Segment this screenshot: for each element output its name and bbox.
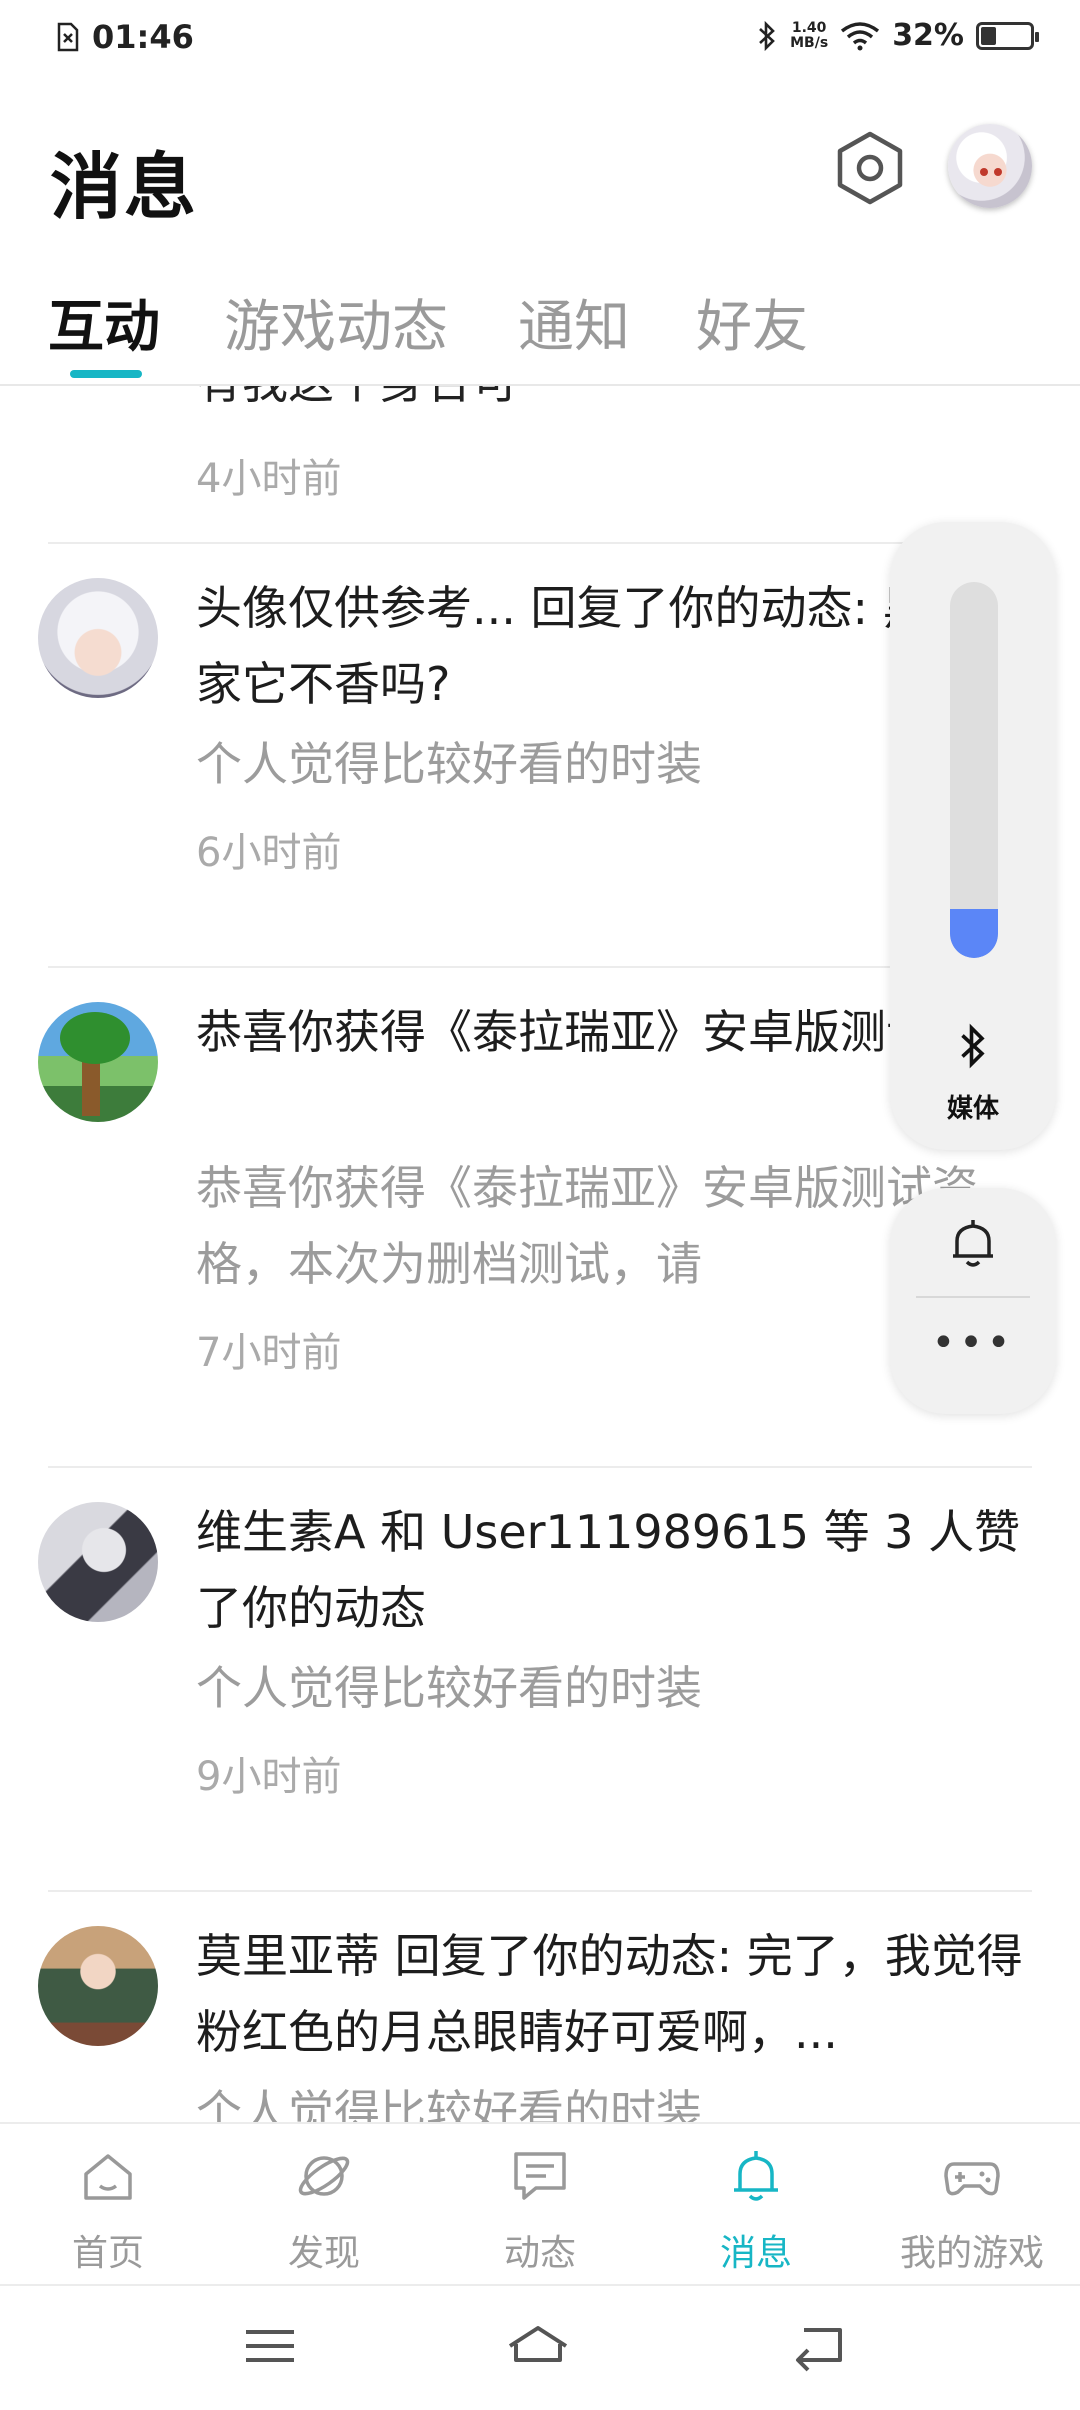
settings-icon[interactable]: [832, 130, 908, 206]
battery-percent: 32%: [892, 18, 964, 53]
message-subtitle: 个人觉得比较好看的时装: [196, 1661, 702, 1715]
nav-label: 动态: [503, 2233, 576, 2274]
volume-media-label: 媒体: [946, 1094, 999, 1124]
message-time: 7小时前: [196, 1330, 342, 1376]
bottom-nav: 首页 发现 动态 消息 我的游戏: [0, 2122, 1080, 2284]
nav-discover[interactable]: 发现: [216, 2124, 432, 2284]
nav-label: 消息: [719, 2233, 792, 2274]
tab-game-updates[interactable]: 游戏动态: [224, 282, 448, 363]
gamepad-icon: [944, 2162, 1000, 2196]
tab-friends[interactable]: 好友: [696, 282, 808, 363]
nav-home[interactable]: 首页: [0, 2124, 216, 2284]
volume-level: [950, 909, 998, 958]
message-time: 6小时前: [196, 830, 342, 876]
list-item[interactable]: 莫里亚蒂 回复了你的动态: 完了，我觉得粉红色的月总眼睛好可爱啊，... 个人觉…: [0, 1892, 1080, 2122]
clock: 01:46: [92, 18, 194, 56]
more-icon[interactable]: •••: [890, 1320, 1056, 1366]
avatar[interactable]: [38, 1502, 158, 1622]
volume-panel-extra: •••: [890, 1188, 1056, 1414]
home-button-icon[interactable]: [506, 2316, 570, 2376]
nav-my-games[interactable]: 我的游戏: [864, 2124, 1080, 2284]
active-tab-indicator: [70, 370, 142, 378]
volume-slider[interactable]: [950, 582, 998, 958]
page-header: 消息: [0, 100, 1080, 230]
battery-level: [981, 26, 996, 45]
status-bar: 01:46 1.40 MB/s 32%: [0, 0, 1080, 84]
planet-icon: [298, 2156, 350, 2196]
home-icon: [84, 2154, 132, 2200]
volume-panel: 媒体: [890, 522, 1056, 1150]
nav-label: 发现: [287, 2233, 360, 2274]
back-icon[interactable]: [790, 2316, 854, 2376]
bluetooth-media-icon[interactable]: [890, 1022, 1056, 1079]
wifi-icon: [841, 21, 880, 50]
message-time: 9小时前: [196, 1754, 342, 1800]
divider: [916, 1296, 1030, 1298]
avatar[interactable]: [38, 578, 158, 698]
nav-label: 我的游戏: [899, 2233, 1044, 2274]
ringer-bell-icon[interactable]: [943, 1214, 1003, 1274]
message-subtitle: 个人觉得比较好看的时装: [196, 2085, 702, 2122]
tab-notifications[interactable]: 通知: [518, 282, 630, 363]
nav-label: 首页: [71, 2233, 144, 2274]
avatar[interactable]: [38, 1002, 158, 1122]
bluetooth-icon: [961, 1023, 985, 1069]
network-speed: 1.40 MB/s: [790, 19, 829, 51]
bell-icon: [734, 2151, 778, 2201]
list-item[interactable]: 维生素A 和 User111989615 等 3 人赞了你的动态 个人觉得比较好…: [0, 1468, 1080, 1888]
page-title: 消息: [50, 145, 199, 229]
message-title: 莫里亚蒂 回复了你的动态: 完了，我觉得粉红色的月总眼睛好可爱啊，...: [196, 1929, 1023, 2059]
tab-interactions[interactable]: 互动: [48, 282, 160, 363]
system-nav-bar: [0, 2284, 1080, 2410]
nav-feed[interactable]: 动态: [432, 2124, 648, 2284]
menu-icon[interactable]: [238, 2316, 302, 2376]
message-title: 维生素A 和 User111989615 等 3 人赞了你的动态: [196, 1505, 1021, 1635]
message-time: 4小时前: [196, 456, 342, 502]
user-avatar[interactable]: [948, 124, 1032, 208]
nav-messages[interactable]: 消息: [648, 2124, 864, 2284]
sim-icon: [57, 22, 79, 52]
tab-bar: 互动 游戏动态 通知 好友: [0, 270, 1080, 386]
clipped-message-text: 有我这个身合可: [196, 386, 518, 412]
chat-icon: [514, 2152, 566, 2200]
bluetooth-icon: [759, 20, 776, 51]
avatar[interactable]: [38, 1926, 158, 2046]
battery-icon: [976, 21, 1039, 50]
